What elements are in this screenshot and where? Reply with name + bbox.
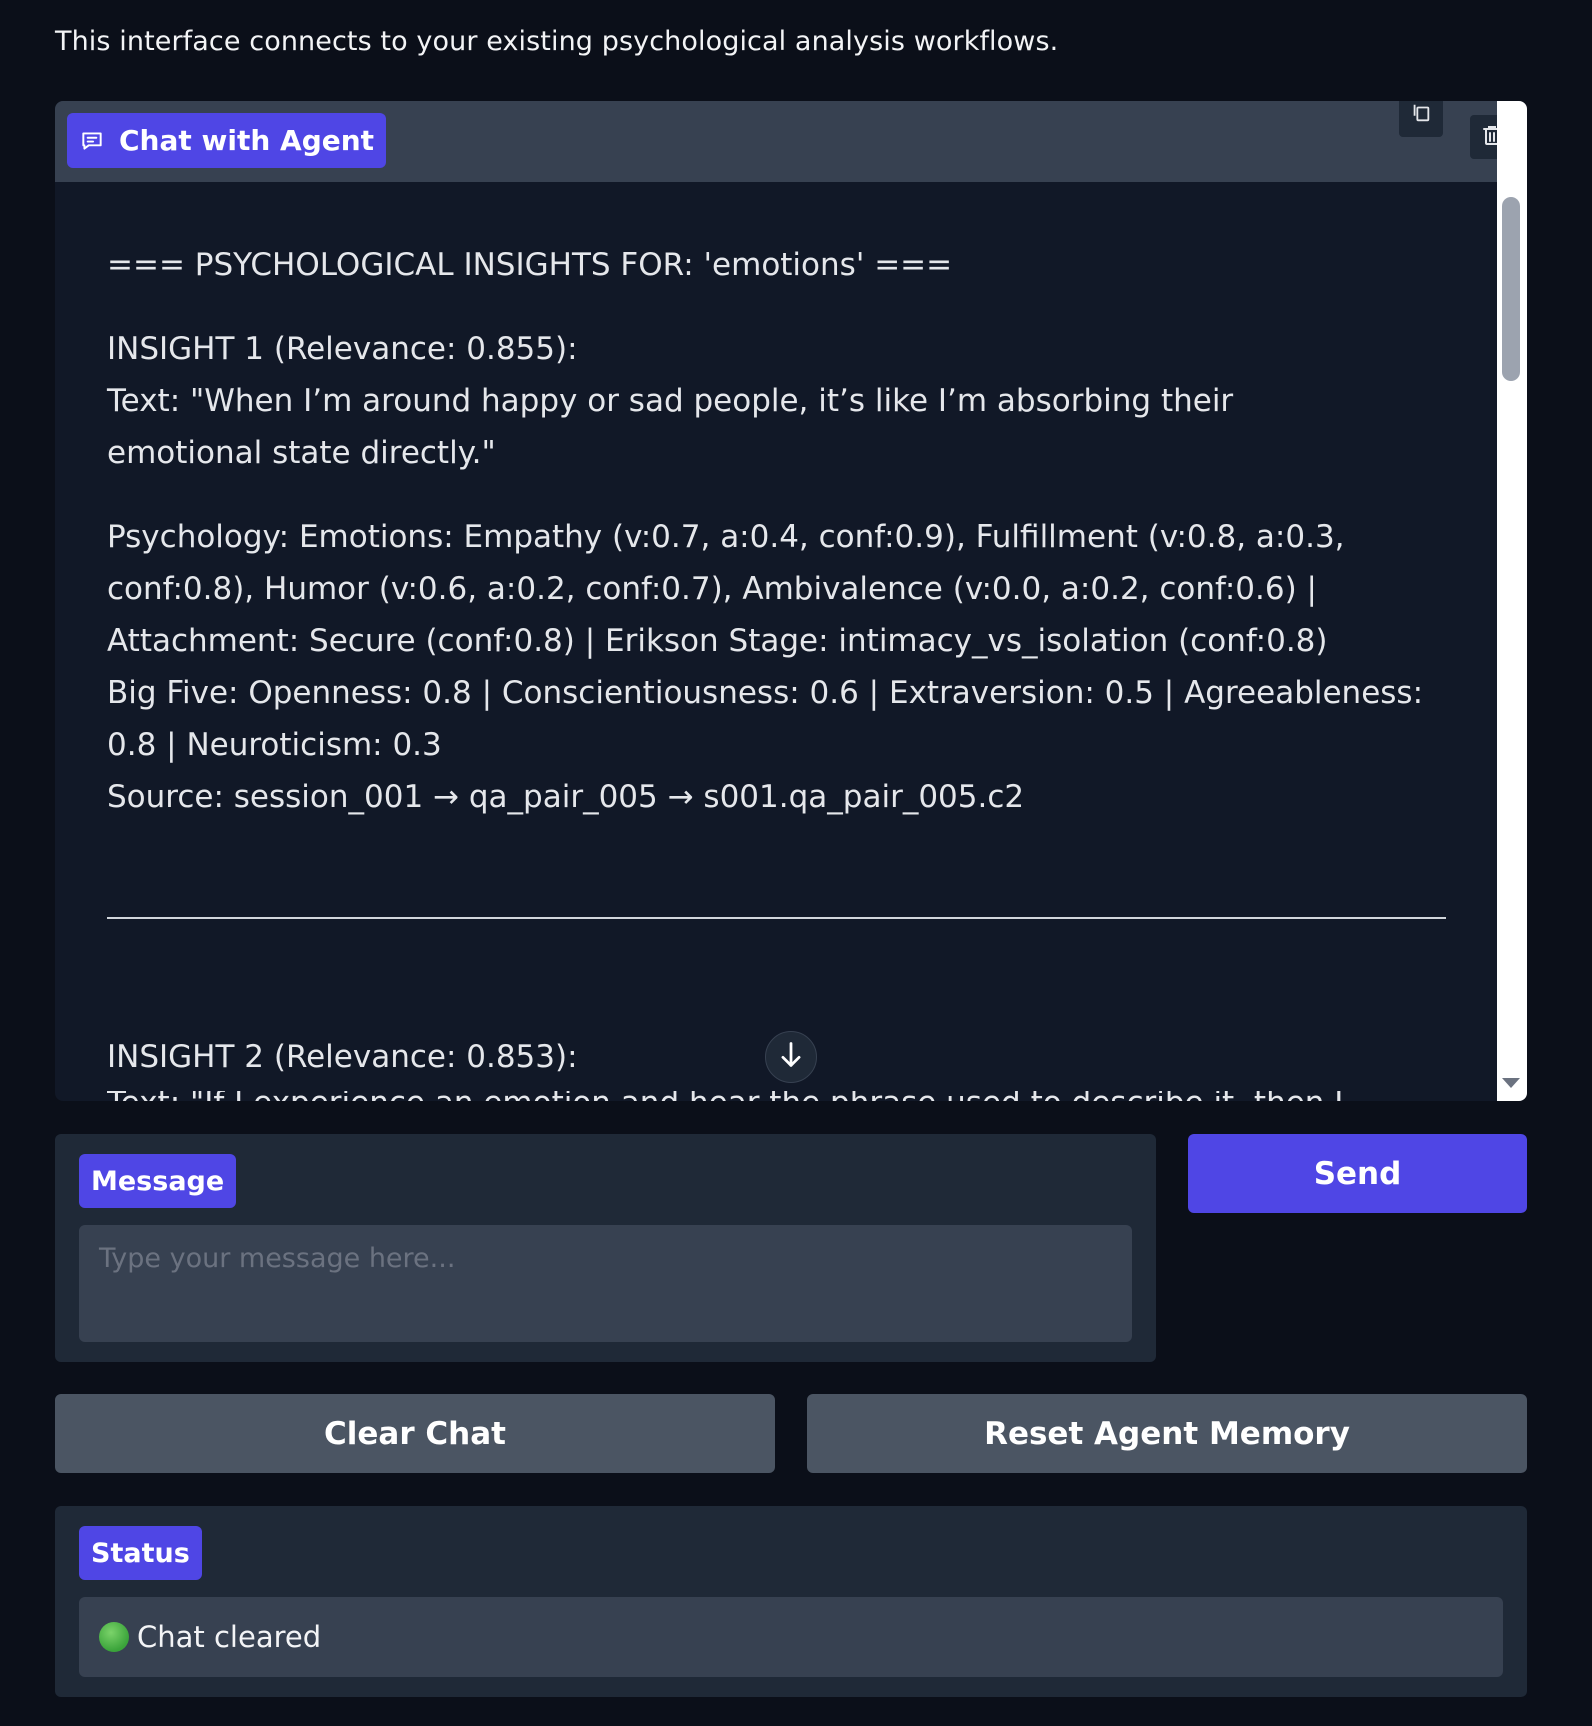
insight-title: INSIGHT 1 (Relevance: 0.855): (107, 331, 578, 367)
message-input[interactable] (79, 1225, 1132, 1342)
chat-panel: Chat with Agent === PSYCHOLOGICAL INSIGH… (55, 101, 1527, 1101)
divider (107, 917, 1446, 919)
chat-label-text: Chat with Agent (119, 124, 375, 157)
insight-1: INSIGHT 1 (Relevance: 0.855): Text: "Whe… (107, 323, 1447, 479)
send-button[interactable]: Send (1188, 1134, 1527, 1213)
green-circle-icon (99, 1622, 129, 1652)
insight-2-text: Text: "If I experience an emotion and he… (107, 1091, 1343, 1101)
psychology-line: Attachment: Secure (conf:0.8) | Erikson … (107, 623, 1328, 659)
insight-text-line: Text: "When I’m around happy or sad peop… (107, 383, 1234, 419)
big-five-line: Big Five: Openness: 0.8 | Conscientiousn… (107, 675, 1424, 711)
insight-2-text-cutoff: Text: "If I experience an emotion and he… (107, 1091, 1407, 1101)
insight-text-line: emotional state directly." (107, 435, 496, 471)
source-line: Source: session_001 → qa_pair_005 → s001… (107, 779, 1025, 815)
intro-text: This interface connects to your existing… (55, 26, 1059, 57)
clear-chat-button[interactable]: Clear Chat (55, 1394, 775, 1473)
status-panel: Status Chat cleared (55, 1506, 1527, 1697)
insights-heading: === PSYCHOLOGICAL INSIGHTS FOR: 'emotion… (107, 247, 953, 283)
chat-header: Chat with Agent (55, 101, 1514, 182)
chat-message: === PSYCHOLOGICAL INSIGHTS FOR: 'emotion… (107, 239, 1447, 855)
insight-2-title: INSIGHT 2 (Relevance: 0.853): (107, 1039, 578, 1075)
status-output: Chat cleared (79, 1597, 1503, 1677)
status-text: Chat cleared (137, 1620, 322, 1654)
copy-icon (1410, 102, 1432, 128)
arrow-down-icon (777, 1040, 805, 1074)
scrollbar-thumb[interactable] (1502, 197, 1520, 381)
reset-agent-memory-button[interactable]: Reset Agent Memory (807, 1394, 1527, 1473)
scroll-down-arrow-icon[interactable] (1502, 1078, 1520, 1088)
chat-bubble-icon (79, 128, 105, 154)
copy-button[interactable] (1399, 101, 1443, 137)
chat-label: Chat with Agent (67, 113, 387, 168)
scroll-down-button[interactable] (765, 1031, 817, 1083)
psychology-line: conf:0.8), Humor (v:0.6, a:0.2, conf:0.7… (107, 571, 1317, 607)
insight-1-psychology: Psychology: Emotions: Empathy (v:0.7, a:… (107, 511, 1447, 823)
psychology-line: Psychology: Emotions: Empathy (v:0.7, a:… (107, 519, 1345, 555)
message-label: Message (79, 1154, 237, 1208)
message-panel: Message (55, 1134, 1156, 1362)
status-label: Status (79, 1526, 202, 1580)
big-five-line: 0.8 | Neuroticism: 0.3 (107, 727, 442, 763)
